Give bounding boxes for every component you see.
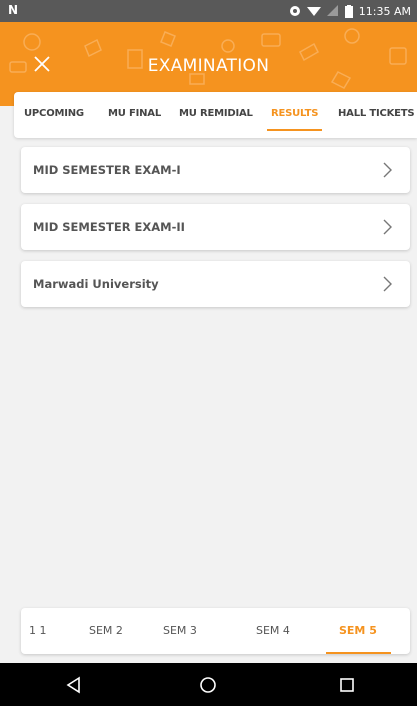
result-card-label: MID SEMESTER EXAM-II — [33, 220, 185, 234]
signal-icon — [326, 5, 338, 16]
sem-active-indicator — [326, 652, 391, 654]
system-nav-bar — [0, 663, 417, 706]
result-card-mid-sem-2[interactable]: MID SEMESTER EXAM-II — [21, 204, 410, 250]
wifi-icon — [306, 7, 321, 16]
tab-active-indicator — [267, 129, 323, 131]
semester-tabs: 1 1 SEM 2 SEM 3 SEM 4 SEM 5 — [21, 608, 410, 654]
sem-tab-4[interactable]: SEM 4 — [256, 608, 290, 654]
status-icons: 11:35 AM — [289, 0, 411, 22]
status-time: 11:35 AM — [358, 4, 411, 18]
recents-icon[interactable] — [337, 675, 357, 695]
tab-mu-remidial[interactable]: MU REMIDIAL — [179, 92, 253, 138]
page-title: EXAMINATION — [147, 56, 270, 76]
chevron-right-icon — [383, 276, 392, 292]
chevron-right-icon — [383, 162, 392, 178]
home-icon[interactable] — [198, 675, 218, 695]
tab-hall-tickets[interactable]: HALL TICKETS — [338, 92, 415, 138]
notification-n-icon: N — [8, 3, 19, 17]
back-icon[interactable] — [64, 675, 84, 695]
tab-mu-final[interactable]: MU FINAL — [108, 92, 161, 138]
battery-icon — [344, 4, 353, 18]
sem-tab-5[interactable]: SEM 5 — [339, 608, 377, 654]
result-card-label: MID SEMESTER EXAM-I — [33, 163, 181, 177]
data-saver-icon — [289, 6, 300, 16]
sem-tab-1[interactable]: 1 1 — [29, 608, 47, 654]
sem-tab-3[interactable]: SEM 3 — [163, 608, 197, 654]
tab-results[interactable]: RESULTS — [267, 92, 323, 138]
status-bar: N 11:35 AM — [0, 0, 417, 22]
sem-tab-2[interactable]: SEM 2 — [89, 608, 123, 654]
tab-upcoming[interactable]: UPCOMING — [24, 92, 84, 138]
chevron-right-icon — [383, 219, 392, 235]
result-card-mid-sem-1[interactable]: MID SEMESTER EXAM-I — [21, 147, 410, 193]
result-card-marwadi-university[interactable]: Marwadi University — [21, 261, 410, 307]
exam-tabs: UPCOMING MU FINAL MU REMIDIAL RESULTS HA… — [14, 92, 417, 138]
tab-results-label: RESULTS — [271, 108, 319, 119]
result-card-label: Marwadi University — [33, 277, 159, 291]
